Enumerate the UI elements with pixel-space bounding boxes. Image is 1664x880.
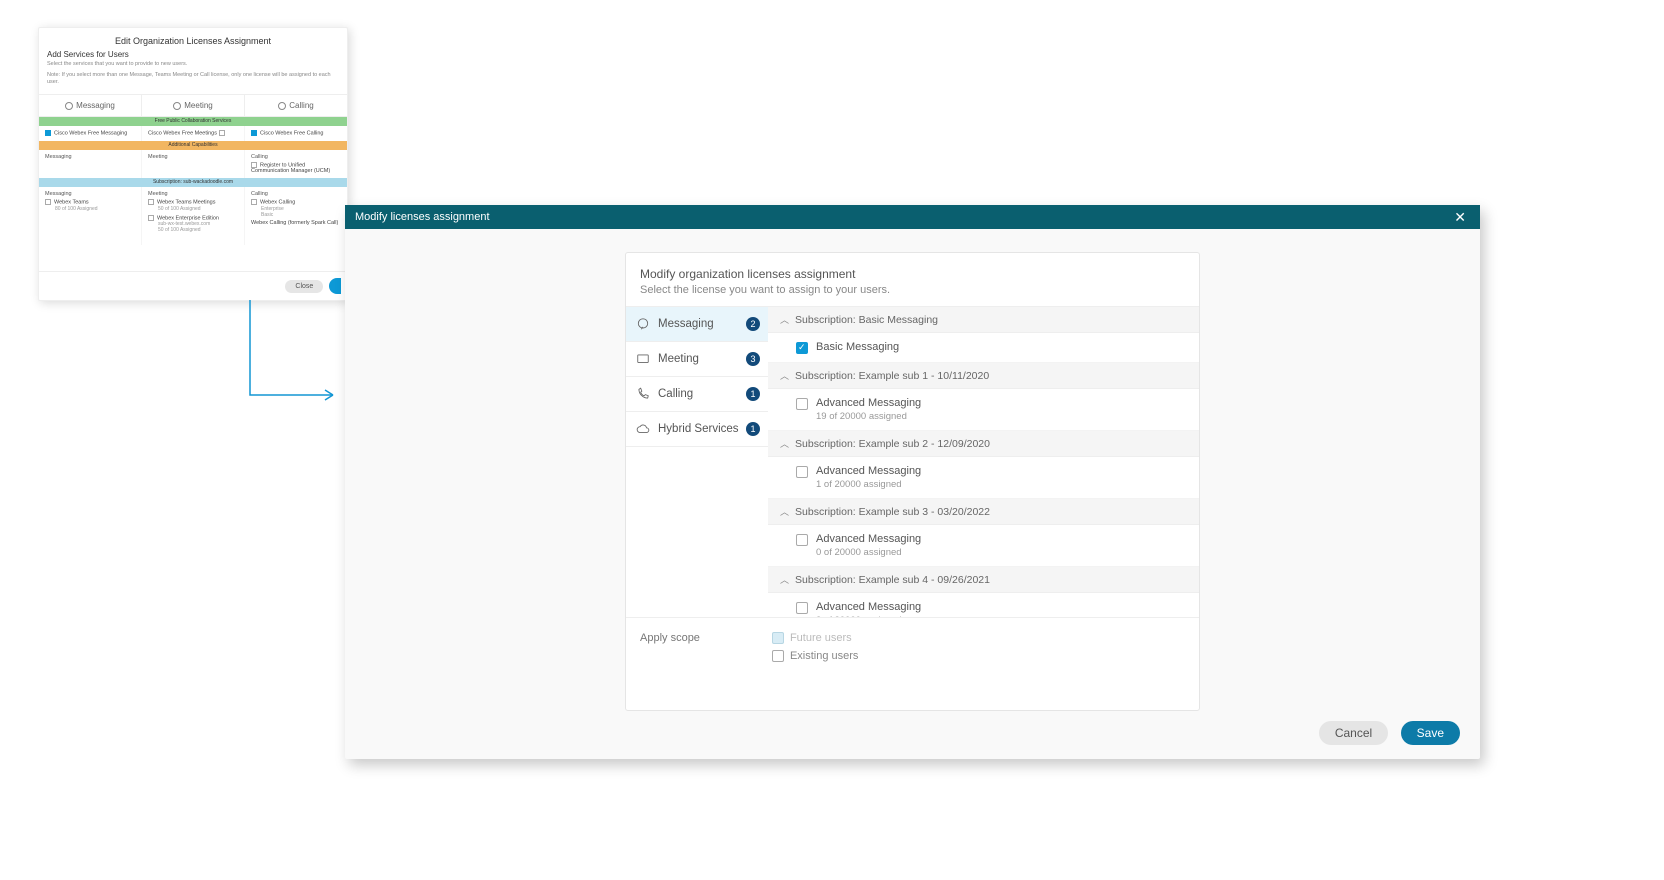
tab-messaging-badge: 2 <box>746 317 760 331</box>
close-icon[interactable]: ✕ <box>1450 209 1470 226</box>
cancel-button[interactable]: Cancel <box>1319 721 1388 745</box>
legacy-sub-call-hdr: Calling <box>251 191 341 197</box>
tab-meeting-badge: 3 <box>746 352 760 366</box>
legacy-add-msg: Messaging <box>39 150 142 178</box>
legacy-bar-sub[interactable]: Subscription: sub-wackadoodle.com <box>39 178 347 187</box>
tab-calling-badge: 1 <box>746 387 760 401</box>
phone-icon <box>278 102 286 110</box>
chevron-up-icon: ︿ <box>780 573 789 586</box>
checkbox-icon <box>796 534 808 546</box>
legacy-webex-teams[interactable]: Webex Teams <box>54 200 89 206</box>
tab-messaging[interactable]: Messaging 2 <box>626 307 768 342</box>
tab-hybrid[interactable]: Hybrid Services 1 <box>626 412 768 447</box>
tab-meeting-label: Meeting <box>658 353 699 365</box>
legacy-tab-meeting[interactable]: Meeting <box>142 95 245 116</box>
license-item[interactable]: Basic Messaging <box>768 333 1199 363</box>
license-item[interactable]: Advanced Messaging0 of 20000 assigned <box>768 525 1199 567</box>
subscription-header[interactable]: ︿Subscription: Example sub 2 - 12/09/202… <box>768 431 1199 457</box>
license-item[interactable]: Advanced Messaging19 of 20000 assigned <box>768 389 1199 431</box>
legacy-bar-additional: Additional Capabilities <box>39 141 347 150</box>
chevron-up-icon: ︿ <box>780 313 789 326</box>
chevron-up-icon: ︿ <box>780 369 789 382</box>
legacy-close-button[interactable]: Close <box>285 280 323 293</box>
screen-icon <box>636 352 650 366</box>
legacy-primary-button[interactable] <box>329 278 341 294</box>
tab-calling-label: Calling <box>658 388 693 400</box>
checkbox-icon <box>796 342 808 354</box>
apply-scope-label: Apply scope <box>640 632 700 668</box>
legacy-add-meet: Meeting <box>142 150 245 178</box>
chevron-up-icon: ︿ <box>780 505 789 518</box>
modal-title: Modify licenses assignment <box>355 211 490 223</box>
legacy-sub-meet-hdr: Meeting <box>148 191 238 197</box>
legacy-tab-calling[interactable]: Calling <box>245 95 347 116</box>
legacy-subtitle: Add Services for Users <box>39 50 347 59</box>
chat-icon <box>65 102 73 110</box>
card-subtitle: Select the license you want to assign to… <box>640 284 1185 296</box>
license-item[interactable]: Advanced Messaging3 of 20000 assigned <box>768 593 1199 617</box>
checkbox-icon <box>796 602 808 614</box>
legacy-bar-free: Free Public Collaboration Services <box>39 117 347 126</box>
legacy-tab-messaging[interactable]: Messaging <box>39 95 142 116</box>
scope-existing-users[interactable]: Existing users <box>772 650 858 662</box>
checkbox-icon <box>772 632 784 644</box>
legacy-desc1: Select the services that you want to pro… <box>39 59 347 70</box>
checkbox-icon <box>796 466 808 478</box>
tab-messaging-label: Messaging <box>658 318 714 330</box>
legacy-free-meet[interactable]: Cisco Webex Free Meetings <box>142 126 245 140</box>
subscription-header[interactable]: ︿Subscription: Example sub 1 - 10/11/202… <box>768 363 1199 389</box>
people-icon <box>173 102 181 110</box>
legacy-add-call[interactable]: Calling Register to Unified Communicatio… <box>245 150 347 178</box>
legacy-webex-calling[interactable]: Webex Calling <box>260 200 295 206</box>
card-title: Modify organization licenses assignment <box>640 267 1185 281</box>
license-list[interactable]: ︿Subscription: Basic MessagingBasic Mess… <box>768 307 1199 617</box>
legacy-sub-msg-hdr: Messaging <box>45 191 135 197</box>
subscription-header[interactable]: ︿Subscription: Example sub 4 - 09/26/202… <box>768 567 1199 593</box>
legacy-teams-meetings[interactable]: Webex Teams Meetings <box>157 200 216 206</box>
checkbox-icon <box>772 650 784 662</box>
arrow-connector <box>245 295 345 415</box>
modify-licenses-modal: Modify licenses assignment ✕ Modify orga… <box>345 205 1480 759</box>
tab-hybrid-badge: 1 <box>746 422 760 436</box>
scope-future-users[interactable]: Future users <box>772 632 858 644</box>
subscription-header[interactable]: ︿Subscription: Basic Messaging <box>768 307 1199 333</box>
legacy-free-call[interactable]: Cisco Webex Free Calling <box>245 126 347 140</box>
legacy-free-msg[interactable]: Cisco Webex Free Messaging <box>39 126 142 140</box>
subscription-header[interactable]: ︿Subscription: Example sub 3 - 03/20/202… <box>768 499 1199 525</box>
chevron-up-icon: ︿ <box>780 437 789 450</box>
legacy-title: Edit Organization Licenses Assignment <box>39 28 347 50</box>
save-button[interactable]: Save <box>1401 721 1460 745</box>
legacy-spark-call[interactable]: Webex Calling (formerly Spark Call) <box>251 220 341 226</box>
legacy-modal: Edit Organization Licenses Assignment Ad… <box>38 27 348 301</box>
tab-meeting[interactable]: Meeting 3 <box>626 342 768 377</box>
checkbox-icon <box>796 398 808 410</box>
phone-icon <box>636 387 650 401</box>
license-item[interactable]: Advanced Messaging1 of 20000 assigned <box>768 457 1199 499</box>
cloud-icon <box>636 422 650 436</box>
legacy-desc2: Note: If you select more than one Messag… <box>39 70 347 88</box>
tab-calling[interactable]: Calling 1 <box>626 377 768 412</box>
tab-hybrid-label: Hybrid Services <box>658 423 739 435</box>
chat-icon <box>636 317 650 331</box>
